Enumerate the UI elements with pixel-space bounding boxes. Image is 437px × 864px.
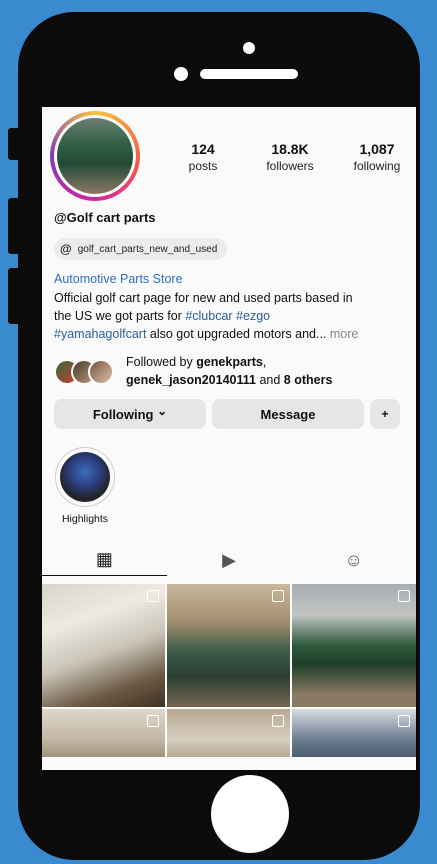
threads-handle: golf_cart_parts_new_and_used [77, 243, 218, 255]
stat-value: 124 [191, 141, 215, 157]
highlight-label: Highlights [61, 513, 109, 525]
add-person-icon: + [381, 407, 389, 421]
profile-stats: 124 posts 18.8K followers 1,087 followin… [172, 141, 408, 173]
stat-value: 1,087 [359, 141, 395, 157]
stat-posts[interactable]: 124 posts [172, 141, 234, 173]
earpiece-speaker [200, 69, 298, 79]
follower-avatars [54, 359, 116, 385]
volume-down-button [8, 268, 20, 324]
followed-middle: and [255, 373, 284, 387]
avatar-photo [57, 118, 133, 194]
post-thumbnail[interactable] [292, 584, 416, 707]
highlight-item[interactable]: Highlights [54, 447, 116, 525]
threads-badge[interactable]: @ golf_cart_parts_new_and_used [54, 238, 228, 260]
profile-tabs: ▦ ▶ ☺ [42, 544, 416, 576]
home-button[interactable] [211, 775, 289, 853]
followed-others[interactable]: 8 others [284, 373, 333, 387]
profile-category[interactable]: Automotive Parts Store [54, 272, 183, 286]
highlight-cover [60, 452, 110, 502]
profile-name: @Golf cart parts [54, 210, 156, 225]
stat-label: posts [188, 159, 218, 173]
mute-switch [8, 128, 20, 160]
volume-up-button [8, 198, 20, 254]
following-button[interactable]: Following ⌄ [54, 399, 206, 429]
threads-icon: @ [60, 242, 72, 256]
tab-reels[interactable]: ▶ [167, 544, 292, 576]
follower-name[interactable]: genekparts [196, 355, 263, 369]
bio-text: also got upgraded motors and... [146, 327, 327, 341]
bio-text: the US we got parts for [54, 309, 186, 323]
profile-avatar [54, 115, 136, 197]
hashtag-link[interactable]: #ezgo [236, 309, 270, 323]
carousel-icon [272, 590, 284, 602]
stat-label: followers [266, 159, 314, 173]
stat-followers[interactable]: 18.8K followers [259, 141, 321, 173]
message-button[interactable]: Message [212, 399, 364, 429]
instagram-profile-screen: 124 posts 18.8K followers 1,087 followin… [42, 107, 416, 770]
tab-posts-grid[interactable]: ▦ [42, 544, 167, 576]
stat-value: 18.8K [271, 141, 309, 157]
post-thumbnail[interactable] [42, 584, 165, 707]
bio-text: Official golf cart page for new and used… [54, 291, 353, 305]
hashtag-link[interactable]: #clubcar [185, 309, 232, 323]
profile-bio: Official golf cart page for new and used… [54, 289, 404, 343]
followed-by-text: Followed by genekparts, genek_jason20140… [126, 355, 333, 387]
carousel-icon [147, 715, 159, 727]
carousel-icon [147, 590, 159, 602]
stat-following[interactable]: 1,087 following [346, 141, 408, 173]
carousel-icon [272, 715, 284, 727]
tab-tagged[interactable]: ☺ [291, 544, 416, 576]
followed-prefix: Followed by [126, 355, 197, 369]
posts-grid [42, 584, 416, 770]
profile-avatar-ring[interactable] [50, 111, 140, 201]
carousel-icon [398, 590, 410, 602]
add-person-button[interactable]: + [370, 399, 400, 429]
post-thumbnail[interactable] [167, 584, 290, 707]
profile-actions: Following ⌄ Message + [54, 399, 404, 429]
tagged-icon: ☺ [344, 549, 363, 570]
reels-icon: ▶ [222, 549, 236, 570]
follower-name[interactable]: genek_jason20140111 [126, 373, 256, 387]
hashtag-link[interactable]: #yamahagolfcart [54, 327, 146, 341]
follower-avatar [88, 359, 114, 385]
bio-more-link[interactable]: more [326, 327, 358, 341]
following-label: Following [92, 406, 154, 422]
front-camera [243, 42, 255, 54]
grid-icon: ▦ [95, 549, 113, 569]
highlight-ring [55, 447, 115, 507]
bottom-nav-bar [42, 757, 416, 770]
carousel-icon [398, 715, 410, 727]
followed-by[interactable]: Followed by genekparts, genek_jason20140… [54, 353, 404, 389]
chevron-down-icon: ⌄ [157, 404, 168, 418]
stat-label: following [353, 159, 401, 173]
sensor-dot [174, 67, 188, 81]
